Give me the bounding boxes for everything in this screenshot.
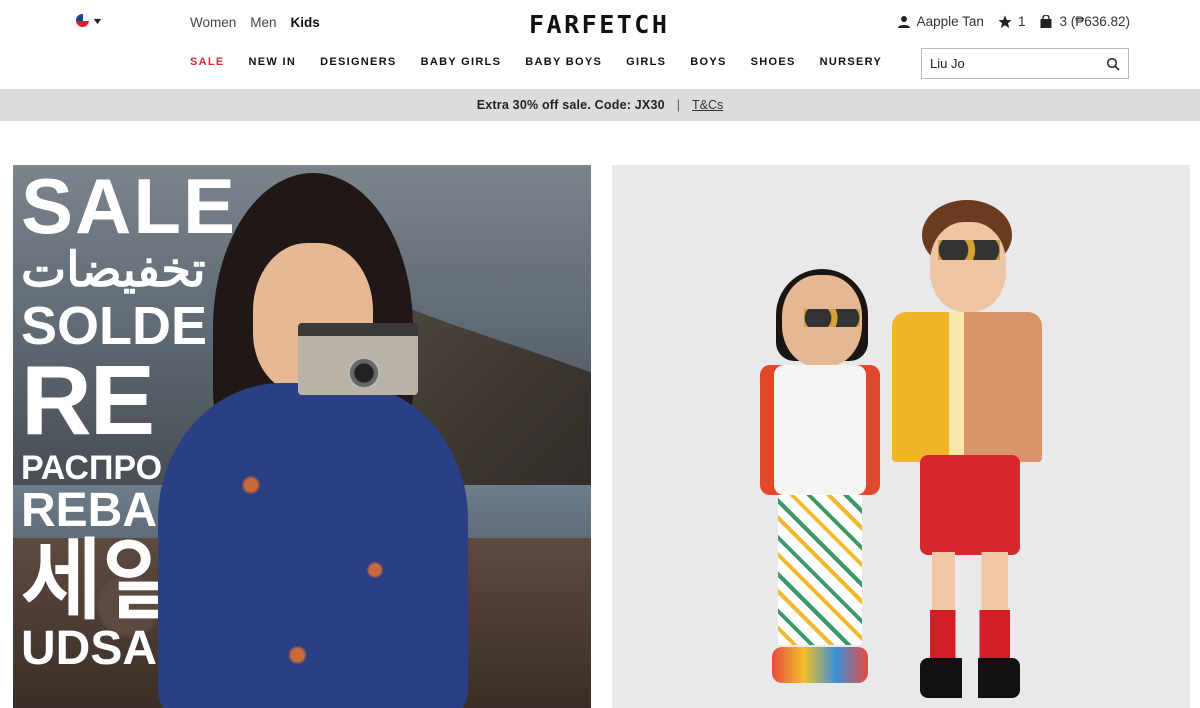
bag-link[interactable]: 3 (₱636.82) [1039,14,1130,29]
category-link-designers[interactable]: DESIGNERS [320,56,397,68]
user-icon [897,15,910,28]
logo[interactable]: FARFETCH [529,10,669,39]
camera-icon [298,323,418,395]
shopping-bag-icon [1040,14,1052,28]
chevron-down-icon: ▼ [91,15,104,26]
star-icon [998,15,1012,28]
gender-link-kids[interactable]: Kids [291,15,320,30]
category-nav: SALE NEW IN DESIGNERS BABY GIRLS BABY BO… [190,56,906,68]
promo-banner: Extra 30% off sale. Code: JX30 | T&Cs [0,89,1200,121]
bag-summary: 3 (₱636.82) [1059,14,1130,29]
category-link-new-in[interactable]: NEW IN [249,56,297,68]
category-link-nursery[interactable]: NURSERY [820,56,882,68]
gender-link-women[interactable]: Women [190,15,236,30]
category-link-baby-girls[interactable]: BABY GIRLS [421,56,502,68]
search-box [921,48,1129,79]
account-name: Aapple Tan [916,14,984,29]
girl-model-image [760,269,880,695]
search-input[interactable] [930,56,1106,71]
account-bar: Aapple Tan 1 3 (₱636.82) [883,14,1130,29]
locale-selector[interactable]: ▼ [76,14,104,27]
category-link-shoes[interactable]: SHOES [751,56,796,68]
gender-link-men[interactable]: Men [250,15,276,30]
flag-icon [76,14,89,27]
promo-separator: | [676,98,681,112]
account-link[interactable]: Aapple Tan [897,14,984,29]
category-link-girls[interactable]: GIRLS [626,56,666,68]
wishlist-link[interactable]: 1 [998,14,1026,29]
hero-sale-banner[interactable]: SALE تخفيضات SOLDE RE РАСПРО REBA 세일 UDS… [13,165,591,708]
wishlist-count: 1 [1017,14,1026,29]
search-icon[interactable] [1106,57,1120,71]
category-link-boys[interactable]: BOYS [690,56,726,68]
promo-text: Extra 30% off sale. Code: JX30 [476,98,665,112]
boy-model-image [892,200,1052,700]
gender-nav: Women Men Kids [190,15,320,30]
hero-kids-banner[interactable] [612,165,1190,708]
category-link-sale[interactable]: SALE [190,56,225,68]
site-header: ▼ Women Men Kids FARFETCH Aapple Tan 1 3… [0,0,1200,89]
girl-with-camera-image [153,173,473,708]
category-link-baby-boys[interactable]: BABY BOYS [525,56,602,68]
terms-link[interactable]: T&Cs [692,98,723,112]
